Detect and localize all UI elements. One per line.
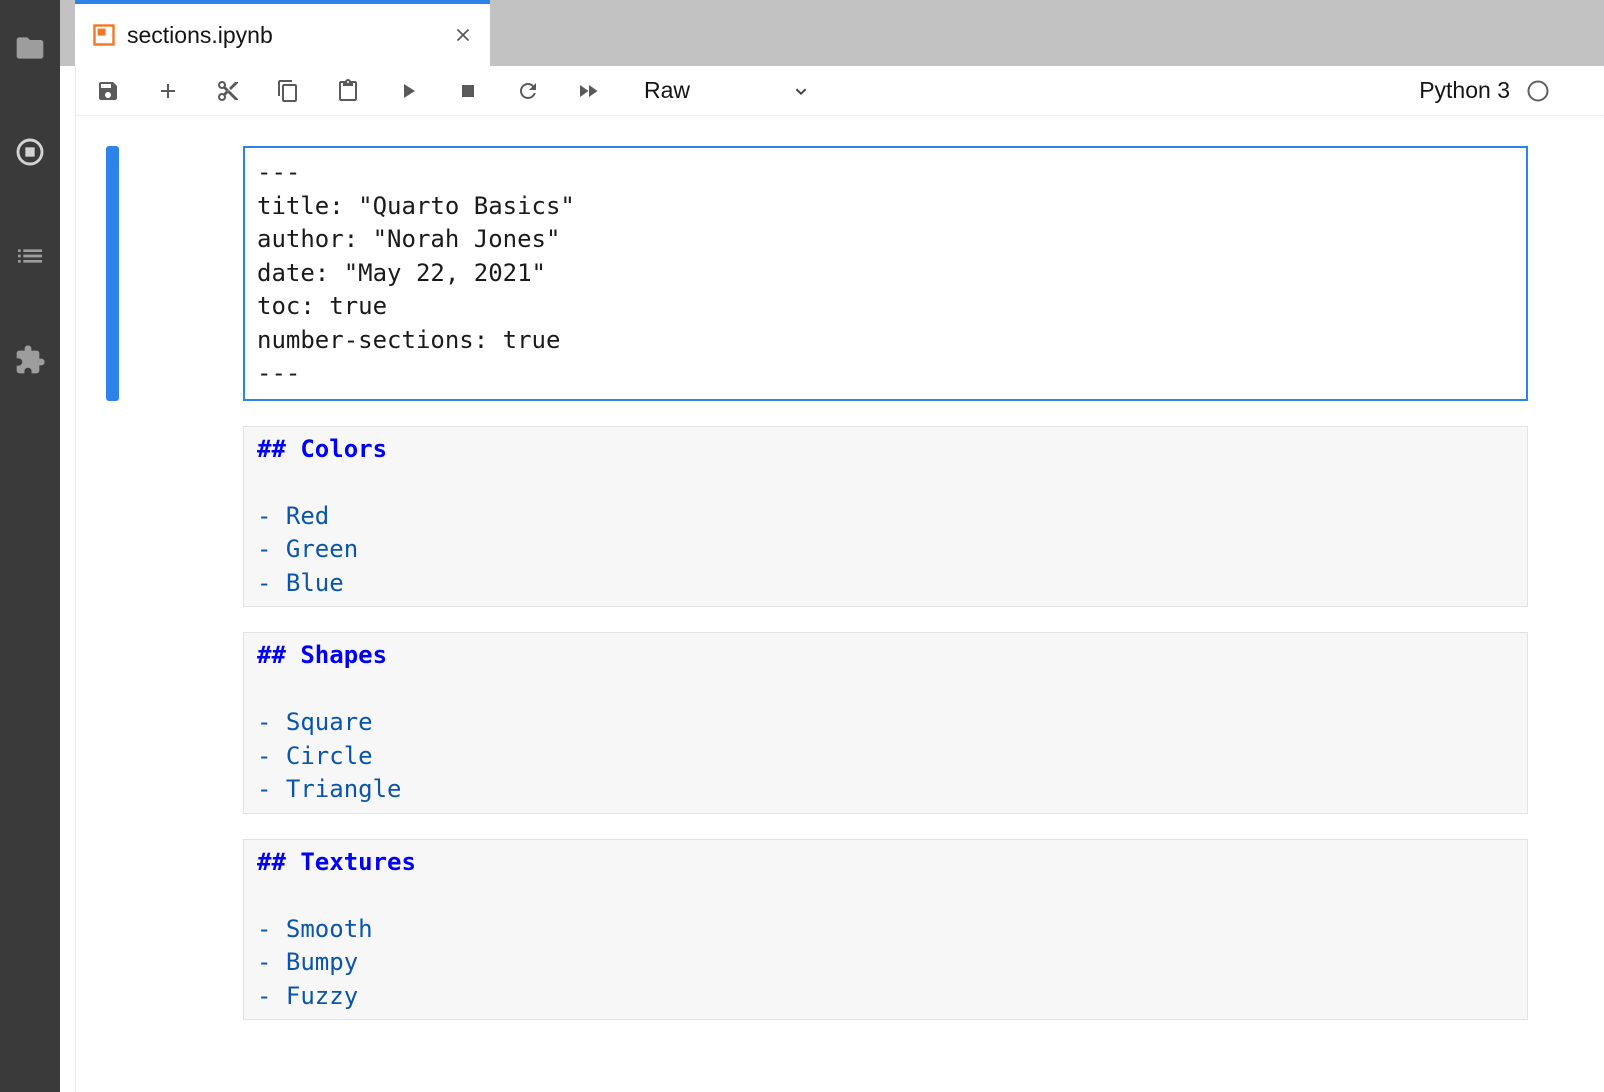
chevron-down-icon xyxy=(790,80,812,102)
tab-title: sections.ipynb xyxy=(127,22,440,49)
code-line: --- xyxy=(257,357,1514,391)
markdown-list-item: - Green xyxy=(257,533,1514,567)
markdown-list-item: - Bumpy xyxy=(257,946,1514,980)
notebook-toolbar: Raw Python 3 xyxy=(76,66,1604,116)
markdown-list-item: - Square xyxy=(257,706,1514,740)
restart-kernel-icon[interactable] xyxy=(516,79,540,103)
copy-cell-icon[interactable] xyxy=(276,79,300,103)
cell-collapser[interactable] xyxy=(106,426,119,608)
markdown-heading: ## Textures xyxy=(257,846,1514,880)
code-line: date: "May 22, 2021" xyxy=(257,257,1514,291)
markdown-list-item: - Smooth xyxy=(257,913,1514,947)
markdown-list-item: - Blue xyxy=(257,567,1514,601)
kernel-status-icon[interactable] xyxy=(1526,79,1550,103)
tab-bar: sections.ipynb xyxy=(60,0,1604,66)
cell-raw-yaml: --- title: "Quarto Basics" author: "Nora… xyxy=(106,146,1528,401)
stop-kernel-icon[interactable] xyxy=(456,79,480,103)
markdown-heading: ## Shapes xyxy=(257,639,1514,673)
code-line: author: "Norah Jones" xyxy=(257,223,1514,257)
jupyterlab-window: sections.ipynb xyxy=(0,0,1604,1092)
main-area: sections.ipynb xyxy=(60,0,1604,1092)
code-line: title: "Quarto Basics" xyxy=(257,190,1514,224)
blank-line xyxy=(257,673,1514,707)
cell-collapser[interactable] xyxy=(106,146,119,401)
markdown-cell-editor[interactable]: ## Colors - Red - Green - Blue xyxy=(243,426,1528,608)
markdown-list-item: - Triangle xyxy=(257,773,1514,807)
cell-markdown-shapes: ## Shapes - Square - Circle - Triangle xyxy=(106,632,1528,814)
file-browser-icon[interactable] xyxy=(12,30,48,66)
paste-cell-icon[interactable] xyxy=(336,79,360,103)
markdown-list-item: - Fuzzy xyxy=(257,980,1514,1014)
notebook-panel: Raw Python 3 --- title: "Quarto Basics" xyxy=(75,66,1604,1092)
save-icon[interactable] xyxy=(96,79,120,103)
cell-type-value: Raw xyxy=(644,77,690,104)
table-of-contents-icon[interactable] xyxy=(12,238,48,274)
notebook-cells: --- title: "Quarto Basics" author: "Nora… xyxy=(76,116,1604,1092)
notebook-icon xyxy=(93,24,115,46)
extensions-icon[interactable] xyxy=(12,342,48,378)
markdown-cell-editor[interactable]: ## Textures - Smooth - Bumpy - Fuzzy xyxy=(243,839,1528,1021)
blank-line xyxy=(257,879,1514,913)
raw-cell-editor[interactable]: --- title: "Quarto Basics" author: "Nora… xyxy=(243,146,1528,401)
close-tab-icon[interactable] xyxy=(452,24,474,46)
tab-sections-ipynb[interactable]: sections.ipynb xyxy=(75,0,490,66)
run-cell-icon[interactable] xyxy=(396,79,420,103)
cell-collapser[interactable] xyxy=(106,632,119,814)
markdown-list-item: - Circle xyxy=(257,740,1514,774)
markdown-cell-editor[interactable]: ## Shapes - Square - Circle - Triangle xyxy=(243,632,1528,814)
kernel-name[interactable]: Python 3 xyxy=(1419,77,1510,104)
markdown-list-item: - Red xyxy=(257,500,1514,534)
running-kernels-icon[interactable] xyxy=(12,134,48,170)
insert-cell-icon[interactable] xyxy=(156,79,180,103)
cell-markdown-textures: ## Textures - Smooth - Bumpy - Fuzzy xyxy=(106,839,1528,1021)
cut-cell-icon[interactable] xyxy=(216,79,240,103)
cell-type-select[interactable]: Raw xyxy=(644,77,812,104)
code-line: number-sections: true xyxy=(257,324,1514,358)
markdown-heading: ## Colors xyxy=(257,433,1514,467)
blank-line xyxy=(257,466,1514,500)
cell-markdown-colors: ## Colors - Red - Green - Blue xyxy=(106,426,1528,608)
code-line: toc: true xyxy=(257,290,1514,324)
cell-collapser[interactable] xyxy=(106,839,119,1021)
restart-run-all-icon[interactable] xyxy=(576,79,600,103)
activity-sidebar xyxy=(0,0,60,1092)
code-line: --- xyxy=(257,156,1514,190)
